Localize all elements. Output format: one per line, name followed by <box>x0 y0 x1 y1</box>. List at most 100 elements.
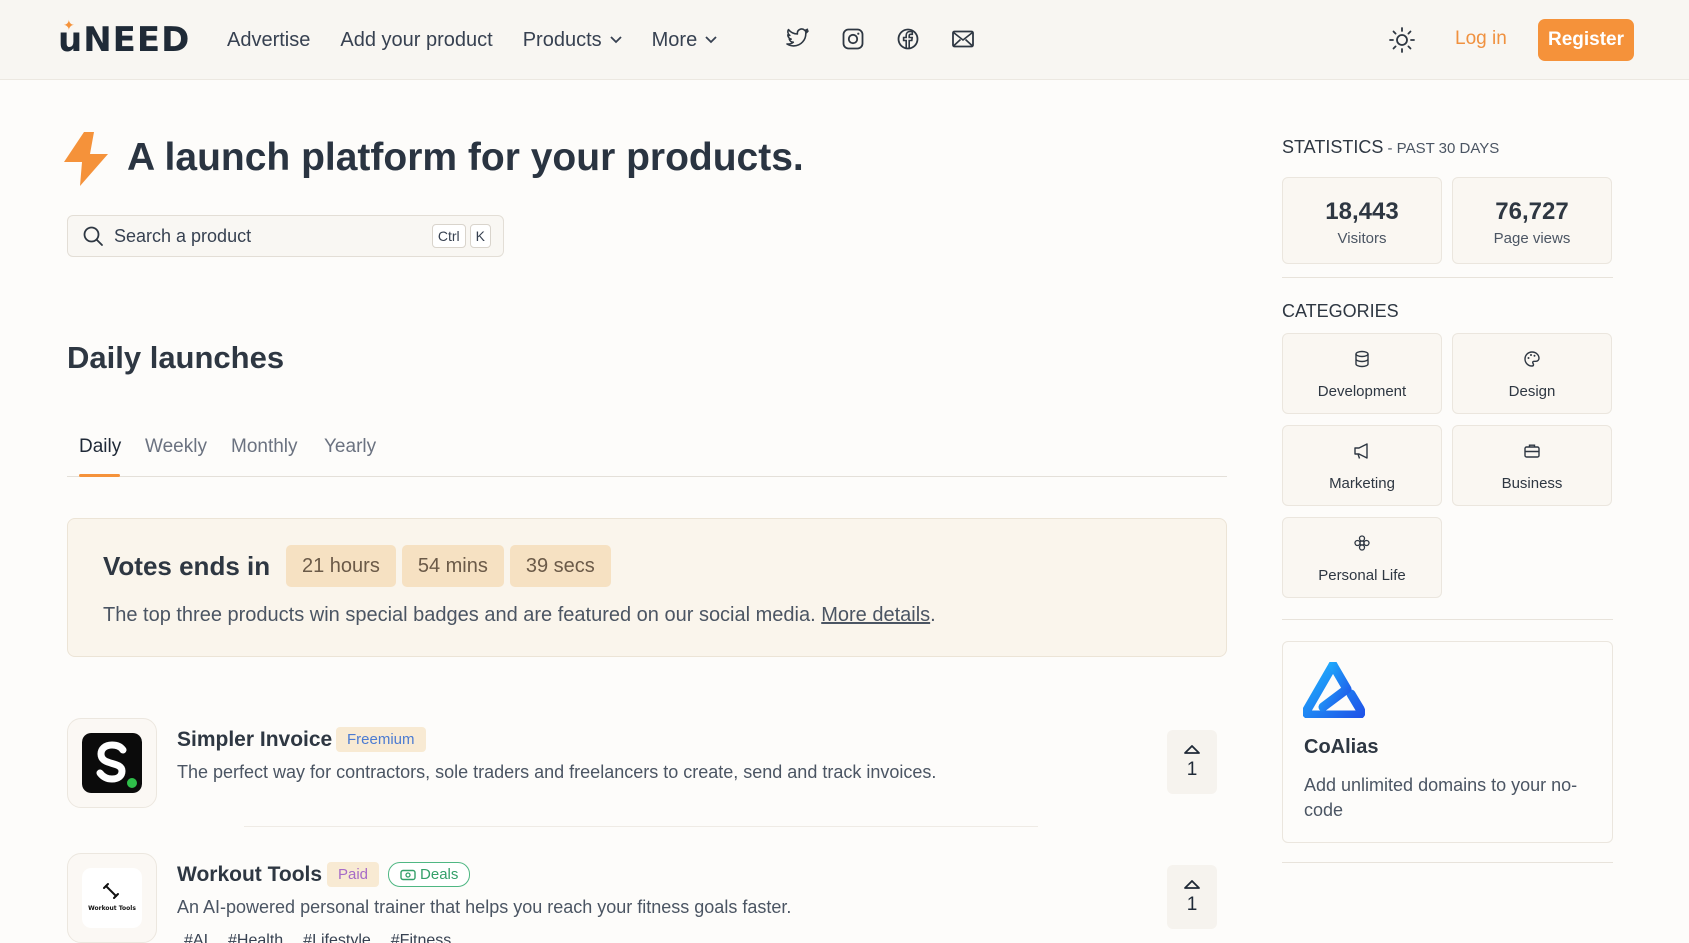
tab-weekly[interactable]: Weekly <box>145 436 207 458</box>
flower-icon <box>1354 535 1370 551</box>
workout-tools-logo-icon: Workout Tools <box>82 868 142 928</box>
promo-name: CoAlias <box>1304 736 1379 758</box>
more-details-link[interactable]: More details <box>821 604 930 626</box>
upvote-icon <box>1184 880 1200 889</box>
product-row[interactable]: Workout Tools Workout Tools Paid Deals A… <box>67 853 1227 943</box>
product-name[interactable]: Simpler Invoice <box>177 728 332 752</box>
stat-value: 76,727 <box>1495 198 1569 225</box>
tag[interactable]: #AI <box>184 932 208 943</box>
uneed-logo[interactable]: ✦ uNEED <box>58 18 191 60</box>
top-header: ✦ uNEED Advertise Add your product Produ… <box>0 0 1689 80</box>
category-label: Marketing <box>1329 475 1395 492</box>
mail-icon[interactable] <box>949 25 977 53</box>
categories-heading: CATEGORIES <box>1282 301 1399 321</box>
category-development[interactable]: Development <box>1282 333 1442 414</box>
category-label: Development <box>1317 383 1407 400</box>
main-nav: Advertise Add your product Products More <box>227 0 717 80</box>
tab-yearly[interactable]: Yearly <box>324 436 376 458</box>
twitter-icon[interactable] <box>784 25 812 53</box>
category-label: Business <box>1501 475 1563 492</box>
statistics-panel: STATISTICS - PAST 30 DAYS 18,443 Visitor… <box>1282 137 1613 267</box>
tab-daily[interactable]: Daily <box>79 436 121 458</box>
category-label: Personal Life <box>1318 567 1406 584</box>
product-badges: Freemium <box>336 727 426 752</box>
votes-description-text: The top three products win special badge… <box>103 604 822 626</box>
category-marketing[interactable]: Marketing <box>1282 425 1442 506</box>
search-placeholder: Search a product <box>114 225 252 246</box>
database-icon <box>1355 350 1369 368</box>
category-business[interactable]: Business <box>1452 425 1612 506</box>
logo-text: uNEED <box>58 20 191 60</box>
product-name[interactable]: Workout Tools <box>177 863 322 887</box>
statistics-title: STATISTICS <box>1282 137 1384 157</box>
search-icon <box>83 226 103 246</box>
upvote-icon <box>1184 745 1200 754</box>
countdown-secs: 39 secs <box>509 545 611 587</box>
product-logo: Workout Tools <box>67 853 157 943</box>
nav-advertise-label: Advertise <box>227 28 311 51</box>
period-tabs: Daily Weekly Monthly Yearly <box>67 420 1227 477</box>
votes-description: The top three products win special badge… <box>103 604 936 627</box>
chevron-down-icon <box>705 36 717 44</box>
vote-count: 1 <box>1186 894 1198 915</box>
stat-label: Visitors <box>1337 230 1387 247</box>
category-label: Design <box>1508 383 1556 400</box>
promo-card[interactable]: CoAlias Add unlimited domains to your no… <box>1282 641 1613 843</box>
register-button[interactable]: Register <box>1538 19 1634 61</box>
deals-badge[interactable]: Deals <box>388 862 471 887</box>
briefcase-icon <box>1524 444 1540 458</box>
sun-icon[interactable] <box>1388 26 1416 54</box>
megaphone-icon <box>1354 443 1368 459</box>
vote-count: 1 <box>1186 759 1198 780</box>
promo-description: Add unlimited domains to your no-code <box>1304 775 1578 820</box>
kbd-k: K <box>469 224 491 248</box>
instagram-icon[interactable] <box>839 25 867 53</box>
statistics-heading: STATISTICS - PAST 30 DAYS <box>1282 137 1613 158</box>
stat-value: 18,443 <box>1325 198 1399 225</box>
statistics-subtitle: - PAST 30 DAYS <box>1383 140 1500 157</box>
product-badges: Paid Deals <box>327 862 471 887</box>
countdown-mins: 54 mins <box>401 545 504 587</box>
section-title: Daily launches <box>67 340 285 375</box>
ticket-icon <box>400 869 416 880</box>
tag[interactable]: #Fitness <box>391 932 451 943</box>
nav-more-dropdown[interactable]: More <box>652 29 718 52</box>
tag[interactable]: #Health <box>228 932 283 943</box>
stat-label: Page views <box>1493 230 1571 247</box>
votes-description-period: . <box>930 604 936 626</box>
pricing-badge: Paid <box>327 862 380 887</box>
divider <box>1282 862 1613 863</box>
divider <box>1282 277 1613 278</box>
nav-advertise[interactable]: Advertise <box>227 29 310 52</box>
product-logo <box>67 718 157 808</box>
facebook-icon[interactable] <box>894 25 922 53</box>
categories-panel: CATEGORIES Development Design Marketing … <box>1282 301 1613 601</box>
tag[interactable]: #Lifestyle <box>303 932 371 943</box>
search-input[interactable]: Search a product Ctrl K <box>67 215 504 257</box>
row-divider <box>244 826 1038 827</box>
nav-products-dropdown[interactable]: Products <box>523 29 622 52</box>
nav-more-label: More <box>651 28 698 51</box>
deals-badge-label: Deals <box>420 866 459 883</box>
spark-icon: ✦ <box>63 18 76 34</box>
login-link[interactable]: Log in <box>1455 28 1507 50</box>
pricing-badge: Freemium <box>336 727 426 752</box>
nav-products-label: Products <box>522 28 602 51</box>
upvote-button[interactable]: 1 <box>1167 730 1217 794</box>
simpler-invoice-logo-icon <box>82 733 142 793</box>
tab-monthly[interactable]: Monthly <box>231 436 298 458</box>
kbd-ctrl: Ctrl <box>431 224 466 248</box>
coalias-logo-icon <box>1303 662 1365 718</box>
upvote-button[interactable]: 1 <box>1167 865 1217 929</box>
nav-add-product[interactable]: Add your product <box>340 29 492 52</box>
divider <box>1282 619 1613 620</box>
product-row[interactable]: Simpler Invoice Freemium The perfect way… <box>67 718 1227 818</box>
category-design[interactable]: Design <box>1452 333 1612 414</box>
lightning-bolt-icon <box>64 132 108 186</box>
nav-add-product-label: Add your product <box>340 28 493 51</box>
countdown: 21 hours 54 mins 39 secs <box>286 545 611 587</box>
stat-page-views: 76,727 Page views <box>1452 177 1612 264</box>
category-personal-life[interactable]: Personal Life <box>1282 517 1442 598</box>
product-description: The perfect way for contractors, sole tr… <box>177 762 937 782</box>
chevron-down-icon <box>610 36 622 44</box>
